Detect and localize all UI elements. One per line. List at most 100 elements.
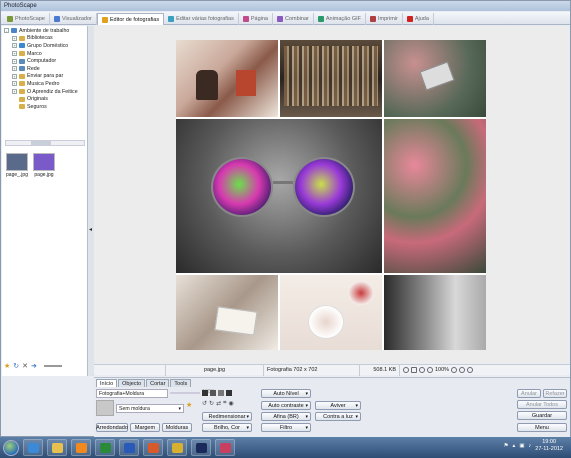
thumbnail-size-slider[interactable] bbox=[43, 365, 62, 367]
panel-tab[interactable]: Tools bbox=[170, 379, 192, 387]
tab-8[interactable]: Ajuda bbox=[403, 13, 434, 25]
tool-icon[interactable] bbox=[210, 390, 216, 396]
tab-2[interactable]: Editor de fotografias bbox=[96, 13, 165, 25]
zoom-icon[interactable] bbox=[427, 367, 433, 373]
tree-item[interactable]: + Marco bbox=[4, 50, 88, 58]
taskbar-app-excel[interactable] bbox=[95, 439, 115, 456]
save-button[interactable]: Guardar bbox=[517, 411, 567, 420]
info-icon[interactable] bbox=[467, 367, 474, 373]
quick-tools bbox=[202, 390, 232, 396]
undo-button[interactable]: Anular bbox=[517, 389, 541, 398]
taskbar-app-word[interactable] bbox=[119, 439, 139, 456]
panel-tab[interactable]: Objecto bbox=[118, 379, 146, 387]
expand-icon[interactable]: + bbox=[12, 35, 17, 41]
whiten-button[interactable]: Aviver bbox=[315, 401, 361, 410]
zoom-out-icon[interactable] bbox=[459, 367, 466, 373]
taskbar-app-photoshop[interactable] bbox=[191, 439, 211, 456]
tree-item[interactable]: Seguros bbox=[4, 103, 88, 111]
taskbar-app-chrome[interactable] bbox=[167, 439, 187, 456]
tab-icon bbox=[53, 16, 60, 22]
tree-item[interactable]: + Computador bbox=[4, 57, 88, 65]
tree-item[interactable]: + Bibliotecas bbox=[4, 35, 88, 43]
thumbnail[interactable]: page_.jpg bbox=[5, 153, 29, 178]
frame-select[interactable]: Sem moldura bbox=[116, 404, 184, 413]
round-button[interactable]: Arredondado bbox=[96, 423, 128, 432]
clock[interactable]: 19:00 27-11-2012 bbox=[535, 439, 563, 453]
auto-level-button[interactable]: Auto Nível bbox=[261, 389, 311, 398]
taskbar-app-explorer[interactable] bbox=[47, 439, 67, 456]
taskbar-app-photoscape[interactable] bbox=[215, 439, 235, 456]
volume-icon[interactable]: ♪ bbox=[529, 443, 532, 449]
backlight-button[interactable]: Contra a luz bbox=[315, 412, 361, 421]
frames-button[interactable]: Molduras bbox=[162, 423, 192, 432]
rotate-right-icon[interactable]: ↻ bbox=[209, 400, 214, 407]
undo-all-button[interactable]: Anular Todos bbox=[517, 400, 567, 409]
tree-horizontal-scrollbar[interactable] bbox=[5, 140, 85, 146]
expand-icon[interactable]: + bbox=[12, 58, 17, 64]
auto-contrast-button[interactable]: Auto contraste bbox=[261, 401, 311, 410]
tab-3[interactable]: Editar várias fotografias bbox=[164, 13, 239, 25]
tree-item[interactable]: + Enviar para par bbox=[4, 73, 88, 81]
tab-4[interactable]: Página bbox=[239, 13, 273, 25]
redo-button[interactable]: Refazer bbox=[543, 389, 567, 398]
tool-icon[interactable] bbox=[202, 390, 208, 396]
taskbar-apps bbox=[19, 439, 235, 456]
tool-icon[interactable] bbox=[226, 390, 232, 396]
tool-icon[interactable] bbox=[218, 390, 224, 396]
sharpen-button[interactable]: Afina (BR) bbox=[261, 412, 311, 421]
taskbar-app-ie[interactable] bbox=[23, 439, 43, 456]
crop-icon[interactable]: ⌗ bbox=[223, 400, 226, 407]
tab-label: Editor de fotografias bbox=[109, 16, 160, 23]
rotate-icon[interactable]: ↻ bbox=[13, 362, 19, 370]
delete-icon[interactable]: ✕ bbox=[22, 362, 28, 370]
fit-icon[interactable] bbox=[403, 367, 409, 373]
tab-0[interactable]: PhotoScape bbox=[3, 13, 50, 25]
panel-tab[interactable]: Início bbox=[96, 379, 118, 387]
tree-item[interactable]: Originais bbox=[4, 95, 88, 103]
tab-1[interactable]: Visualizador bbox=[50, 13, 97, 25]
flag-icon[interactable]: ⚑ bbox=[504, 443, 509, 449]
resize-button[interactable]: Redimensionar bbox=[202, 412, 252, 421]
expand-icon[interactable]: + bbox=[12, 81, 17, 87]
tree-item[interactable]: + Rede bbox=[4, 65, 88, 73]
start-button[interactable] bbox=[3, 439, 19, 456]
redeye-icon[interactable]: ◉ bbox=[228, 400, 233, 407]
expand-icon[interactable]: + bbox=[12, 43, 17, 49]
folder-icon bbox=[19, 58, 25, 64]
frame-mode-field[interactable]: Fotografia+Moldura bbox=[96, 389, 168, 398]
panel-tab[interactable]: Cortar bbox=[146, 379, 170, 387]
rotate-left-icon[interactable]: ↺ bbox=[202, 400, 207, 407]
tree-item[interactable]: + Grupo Doméstico bbox=[4, 42, 88, 50]
expand-icon[interactable]: + bbox=[12, 51, 17, 57]
taskbar-app-powerpoint[interactable] bbox=[143, 439, 163, 456]
expand-icon[interactable]: + bbox=[12, 89, 17, 95]
expand-icon[interactable]: + bbox=[12, 73, 17, 79]
tree-item[interactable]: + Musica Pedro bbox=[4, 80, 88, 88]
network-icon[interactable]: ▣ bbox=[519, 443, 524, 449]
tab-7[interactable]: Imprimir bbox=[366, 13, 403, 25]
expand-icon[interactable]: + bbox=[12, 66, 17, 72]
thumbnail[interactable]: page.jpg bbox=[32, 153, 56, 178]
margin-button[interactable]: Margem bbox=[130, 423, 160, 432]
frame-opacity-slider[interactable] bbox=[170, 392, 200, 394]
fullscreen-icon[interactable] bbox=[411, 367, 417, 373]
thumbnail-image bbox=[33, 153, 55, 171]
filter-button[interactable]: Filtro bbox=[261, 423, 311, 432]
expand-icon[interactable]: - bbox=[4, 28, 9, 34]
collapse-arrow-icon[interactable]: ◂ bbox=[89, 226, 92, 233]
flip-icon[interactable]: ⇄ bbox=[216, 400, 221, 407]
arrow-up-icon[interactable]: ▴ bbox=[513, 443, 516, 449]
folder-icon bbox=[19, 81, 25, 87]
taskbar-app-media[interactable] bbox=[71, 439, 91, 456]
zoom-in-icon[interactable] bbox=[451, 367, 458, 373]
tree-item[interactable]: - Ambiente de trabalho bbox=[4, 27, 88, 35]
actual-size-icon[interactable] bbox=[419, 367, 425, 373]
tree-item[interactable]: + O Aprendiz da Feitice bbox=[4, 88, 88, 96]
tab-5[interactable]: Combinar bbox=[273, 13, 314, 25]
tab-6[interactable]: Animação GIF bbox=[314, 13, 366, 25]
arrow-right-icon[interactable]: ➜ bbox=[31, 362, 37, 370]
star-icon[interactable]: ★ bbox=[4, 362, 10, 370]
brightness-button[interactable]: Brilho, Cor bbox=[202, 423, 252, 432]
favorite-star-icon[interactable]: ★ bbox=[186, 401, 192, 409]
menu-button[interactable]: Menu bbox=[517, 423, 567, 432]
